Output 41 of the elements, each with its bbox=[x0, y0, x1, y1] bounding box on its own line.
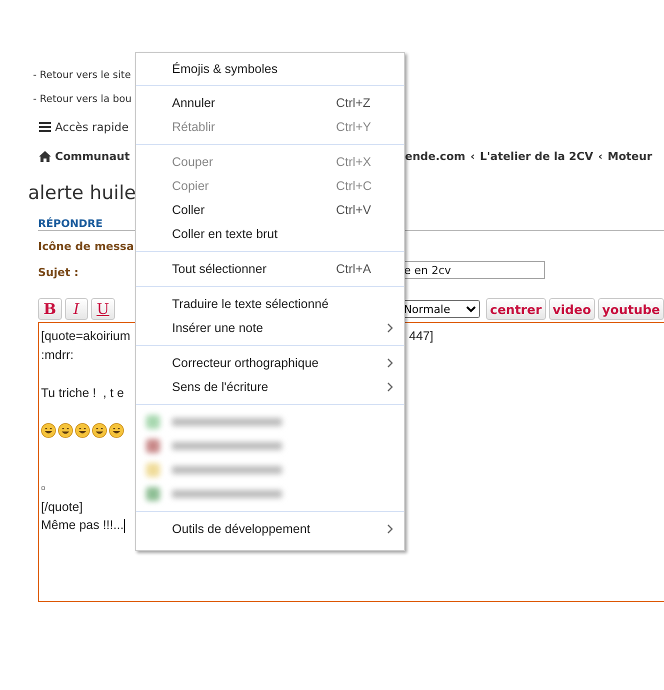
format-button[interactable]: B bbox=[38, 298, 62, 320]
tag-button[interactable]: centrer bbox=[486, 298, 546, 320]
menu-item[interactable]: Annuler Ctrl+Z bbox=[136, 91, 404, 115]
menu-icon bbox=[39, 122, 51, 132]
breadcrumb-link[interactable]: Communaut bbox=[55, 150, 130, 162]
menu-item[interactable]: Coller Ctrl+V bbox=[136, 198, 404, 222]
subject-label: Sujet : bbox=[38, 266, 78, 278]
menu-item[interactable]: Émojis & symboles bbox=[136, 57, 404, 81]
home-icon bbox=[39, 150, 51, 162]
menu-item[interactable]: Outils de développement bbox=[136, 517, 404, 541]
breadcrumb-separator: ‹ bbox=[598, 150, 603, 162]
format-button[interactable]: U bbox=[91, 298, 115, 320]
back-link[interactable]: - Retour vers la bou bbox=[33, 94, 132, 105]
quick-access-link[interactable]: Accès rapide bbox=[55, 120, 129, 134]
menu-item[interactable]: Sens de l'écriture bbox=[136, 375, 404, 399]
editor-text: Tu triche ! , t e bbox=[41, 386, 124, 400]
breadcrumb-link[interactable]: Moteur bbox=[608, 150, 652, 162]
editor-text: [/quote] bbox=[41, 500, 83, 514]
breadcrumb-link[interactable]: ende.com bbox=[405, 150, 466, 162]
editor-text: ▫ bbox=[41, 480, 46, 494]
topic-title: alerte huile bbox=[28, 182, 136, 206]
editor-text: 447] bbox=[409, 328, 434, 342]
menu-item[interactable]: Correcteur orthographique bbox=[136, 351, 404, 375]
back-link[interactable]: - Retour vers le site bbox=[33, 70, 131, 81]
editor-text: :mdrr: bbox=[41, 348, 74, 362]
editor-text: Même pas !!!... bbox=[41, 518, 124, 532]
tag-button[interactable]: video bbox=[548, 298, 596, 320]
tag-button[interactable]: youtube bbox=[598, 298, 664, 320]
laughing-emoji-icon bbox=[41, 423, 56, 438]
menu-item[interactable]: Coller en texte brut bbox=[136, 222, 404, 246]
reply-tab[interactable]: RÉPONDRE bbox=[38, 218, 103, 230]
laughing-emoji-icon bbox=[109, 423, 124, 438]
laughing-emoji-icon bbox=[58, 423, 73, 438]
breadcrumb-separator: ‹ bbox=[470, 150, 475, 162]
editor-text: [quote=akoirium bbox=[41, 328, 130, 342]
laughing-emoji-icon bbox=[75, 423, 90, 438]
format-button[interactable]: I bbox=[64, 298, 88, 320]
laughing-emoji-icon bbox=[92, 423, 107, 438]
breadcrumb-link[interactable]: L'atelier de la 2CV bbox=[480, 150, 594, 162]
menu-item[interactable]: Insérer une note bbox=[136, 316, 404, 340]
message-icon-label: Icône de messa bbox=[38, 240, 134, 252]
